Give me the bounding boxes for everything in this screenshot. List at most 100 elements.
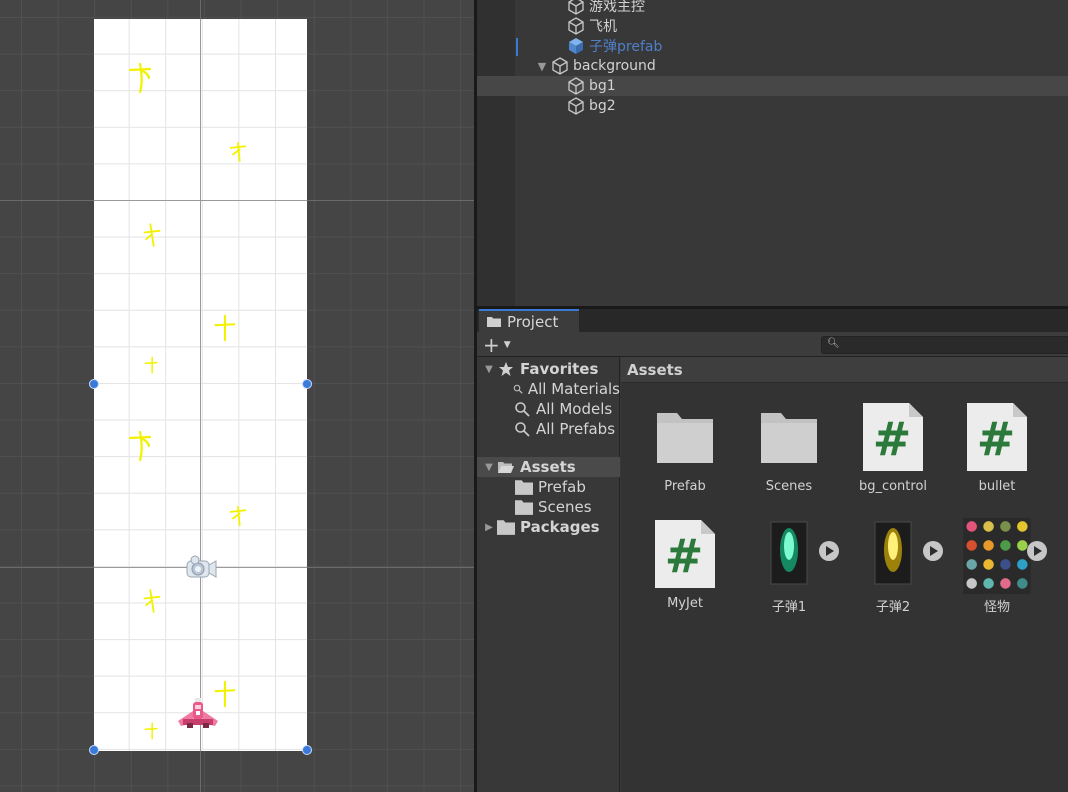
asset-item[interactable]: # bullet <box>947 401 1043 511</box>
green-bullet-sprite-icon <box>770 521 808 585</box>
tree-item-all-prefabs[interactable]: All Prefabs <box>513 419 615 439</box>
asset-item[interactable]: Prefab <box>635 401 731 511</box>
hierarchy-item[interactable]: 飞机 <box>515 16 1068 36</box>
asset-label: Scenes <box>765 479 813 494</box>
search-icon <box>513 384 523 394</box>
yellow-glyph-sprite <box>128 62 152 94</box>
gameobject-cube-icon <box>568 17 584 35</box>
search-icon: 🔍︎ <box>827 338 840 349</box>
asset-label: MyJet <box>667 596 703 611</box>
player-jet-sprite[interactable] <box>177 697 219 729</box>
hierarchy-item[interactable]: bg2 <box>515 96 1068 116</box>
svg-text:#: # <box>977 412 1016 466</box>
project-folder-tree: ▼ Favorites All Materials All Models All… <box>477 357 620 792</box>
tree-item-label: All Materials <box>527 380 620 398</box>
asset-label: bg_control <box>858 479 928 494</box>
asset-item[interactable]: 怪物 <box>947 518 1047 628</box>
tree-item-label: All Models <box>536 400 613 418</box>
tree-item-label: Favorites <box>520 360 599 378</box>
svg-text:#: # <box>873 412 912 466</box>
search-icon <box>515 422 530 437</box>
gameobject-cube-icon <box>568 97 584 115</box>
rect-handle[interactable] <box>89 379 99 389</box>
rect-handle[interactable] <box>302 745 312 755</box>
folder-icon <box>657 413 713 463</box>
play-preview-icon[interactable] <box>923 541 943 561</box>
yellow-glyph-sprite <box>143 589 161 613</box>
tree-item-assets[interactable]: ▼ Assets <box>477 457 620 477</box>
tree-item-all-models[interactable]: All Models <box>513 399 612 419</box>
chevron-down-icon: ▼ <box>503 340 511 350</box>
hierarchy-gutter <box>477 0 515 306</box>
folder-icon <box>487 317 501 327</box>
scene-view[interactable] <box>0 0 474 792</box>
svg-text:#: # <box>665 529 704 583</box>
add-asset-button[interactable]: + ▼ <box>483 333 517 357</box>
add-button-label: + <box>483 333 500 357</box>
asset-label: 怪物 <box>983 600 1010 615</box>
tree-item-label: Prefab <box>538 478 586 496</box>
gameobject-cube-icon <box>552 57 568 75</box>
search-input[interactable]: 🔍︎ <box>821 336 1068 354</box>
tree-item-label: All Prefabs <box>536 420 616 438</box>
asset-label: 子弹2 <box>875 600 911 615</box>
yellow-glyph-sprite <box>229 142 247 162</box>
asset-item[interactable]: # bg_control <box>843 401 939 511</box>
tree-item-prefab-folder[interactable]: Prefab <box>515 477 586 497</box>
tree-item-favorites[interactable]: ▼ Favorites <box>481 359 598 379</box>
tree-item-all-materials[interactable]: All Materials <box>513 379 620 399</box>
expand-arrow-icon[interactable]: ▼ <box>481 462 497 473</box>
hierarchy-item-prefab[interactable]: 子弹prefab <box>515 36 1068 56</box>
hierarchy-item-label: 子弹prefab <box>589 39 663 55</box>
yellow-glyph-sprite <box>128 430 152 462</box>
csharp-script-icon: # <box>655 520 715 588</box>
play-preview-icon[interactable] <box>1027 541 1047 561</box>
yellow-glyph-sprite <box>144 356 158 374</box>
open-folder-icon <box>498 462 514 473</box>
tab-project-label: Project <box>507 312 559 331</box>
gameobject-cube-icon <box>568 0 584 15</box>
folder-icon <box>497 520 515 535</box>
tree-item-scenes-folder[interactable]: Scenes <box>515 497 592 517</box>
yellow-glyph-sprite <box>214 314 236 342</box>
asset-item[interactable]: 子弹1 <box>739 518 839 628</box>
folder-icon <box>515 500 533 515</box>
hierarchy-item[interactable]: ▼ background <box>515 56 1068 76</box>
rect-handle[interactable] <box>302 379 312 389</box>
project-panel: Project + ▼ 🔍︎ ▼ Favorites All Materials <box>477 309 1068 792</box>
asset-label: bullet <box>978 479 1016 494</box>
hierarchy-item[interactable]: 游戏主控 <box>515 0 1068 16</box>
expand-arrow-icon[interactable]: ▶ <box>481 522 497 533</box>
folder-icon <box>515 480 533 495</box>
asset-item[interactable]: Scenes <box>739 401 835 511</box>
asset-item[interactable]: # MyJet <box>635 518 731 628</box>
monster-spritesheet-icon <box>963 518 1031 594</box>
hierarchy-item-label: bg2 <box>589 98 616 114</box>
asset-label: Prefab <box>664 479 706 494</box>
yellow-glyph-sprite <box>143 223 161 247</box>
csharp-script-icon: # <box>863 403 923 471</box>
expand-arrow-icon[interactable]: ▼ <box>481 364 497 375</box>
hierarchy-item[interactable]: bg1 <box>477 76 1068 96</box>
yellow-glyph-sprite <box>229 506 247 526</box>
gameobject-cube-icon <box>568 77 584 95</box>
play-preview-icon[interactable] <box>819 541 839 561</box>
tab-bar: Project <box>477 309 1068 332</box>
csharp-script-icon: # <box>967 403 1027 471</box>
hierarchy-item-label: 飞机 <box>589 19 617 35</box>
star-icon <box>499 362 513 376</box>
hierarchy-item-label: background <box>573 58 656 74</box>
tree-item-label: Assets <box>520 458 576 476</box>
asset-grid: Assets Prefab Scenes # bg_control # bull… <box>621 357 1068 792</box>
expand-arrow-icon[interactable]: ▼ <box>535 60 549 73</box>
asset-item[interactable]: 子弹2 <box>843 518 943 628</box>
background-sprite[interactable] <box>94 19 307 751</box>
tree-item-label: Scenes <box>538 498 592 516</box>
rect-handle[interactable] <box>89 745 99 755</box>
hierarchy-panel: 游戏主控 飞机 子弹prefab ▼ background bg1 bg2 <box>477 0 1068 306</box>
tab-project[interactable]: Project <box>479 309 579 332</box>
tree-item-packages[interactable]: ▶ Packages <box>481 517 599 537</box>
camera-gizmo-icon[interactable] <box>185 555 217 581</box>
scene-grid-line <box>200 19 201 751</box>
asset-label: 子弹1 <box>771 600 807 615</box>
